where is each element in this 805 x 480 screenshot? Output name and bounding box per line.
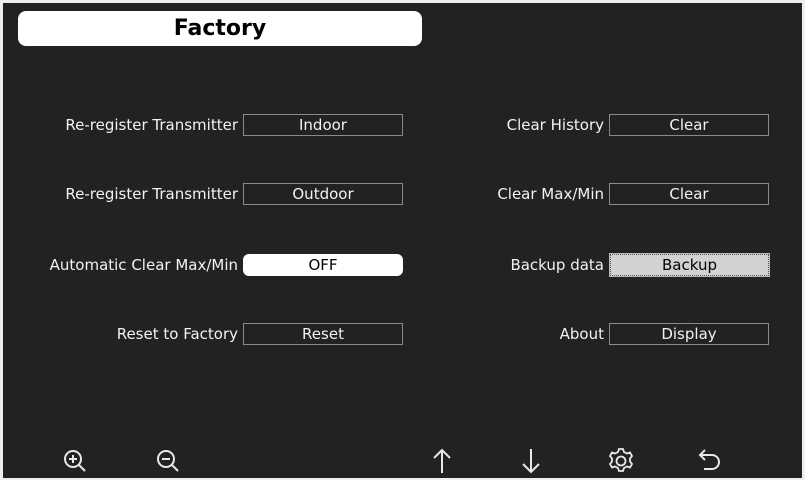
clear-history-button[interactable]: Clear <box>609 114 769 136</box>
row-label-clear-maxmin: Clear Max/Min <box>497 185 604 203</box>
row-label-reset-factory: Reset to Factory <box>116 325 238 343</box>
indoor-button[interactable]: Indoor <box>243 114 403 136</box>
row-label-auto-clear-maxmin: Automatic Clear Max/Min <box>49 256 238 274</box>
reset-button[interactable]: Reset <box>243 323 403 345</box>
arrow-up-icon[interactable] <box>428 447 456 475</box>
row-label-reregister-outdoor: Re-register Transmitter <box>65 185 238 203</box>
row-label-backup-data: Backup data <box>510 256 604 274</box>
row-label-clear-history: Clear History <box>506 116 604 134</box>
frame-top-edge <box>0 0 805 3</box>
backup-button[interactable]: Backup <box>610 254 769 276</box>
auto-clear-toggle[interactable]: OFF <box>243 254 403 276</box>
row-label-reregister-indoor: Re-register Transmitter <box>65 116 238 134</box>
page-title: Factory <box>18 11 422 46</box>
frame-left-edge <box>0 0 3 480</box>
zoom-in-icon[interactable] <box>61 447 89 475</box>
about-display-button[interactable]: Display <box>609 323 769 345</box>
clear-maxmin-button[interactable]: Clear <box>609 183 769 205</box>
screen-frame <box>0 0 805 480</box>
zoom-out-icon[interactable] <box>154 447 182 475</box>
arrow-down-icon[interactable] <box>517 447 545 475</box>
gear-icon[interactable] <box>607 447 635 475</box>
outdoor-button[interactable]: Outdoor <box>243 183 403 205</box>
row-label-about: About <box>559 325 604 343</box>
back-icon[interactable] <box>696 447 724 475</box>
